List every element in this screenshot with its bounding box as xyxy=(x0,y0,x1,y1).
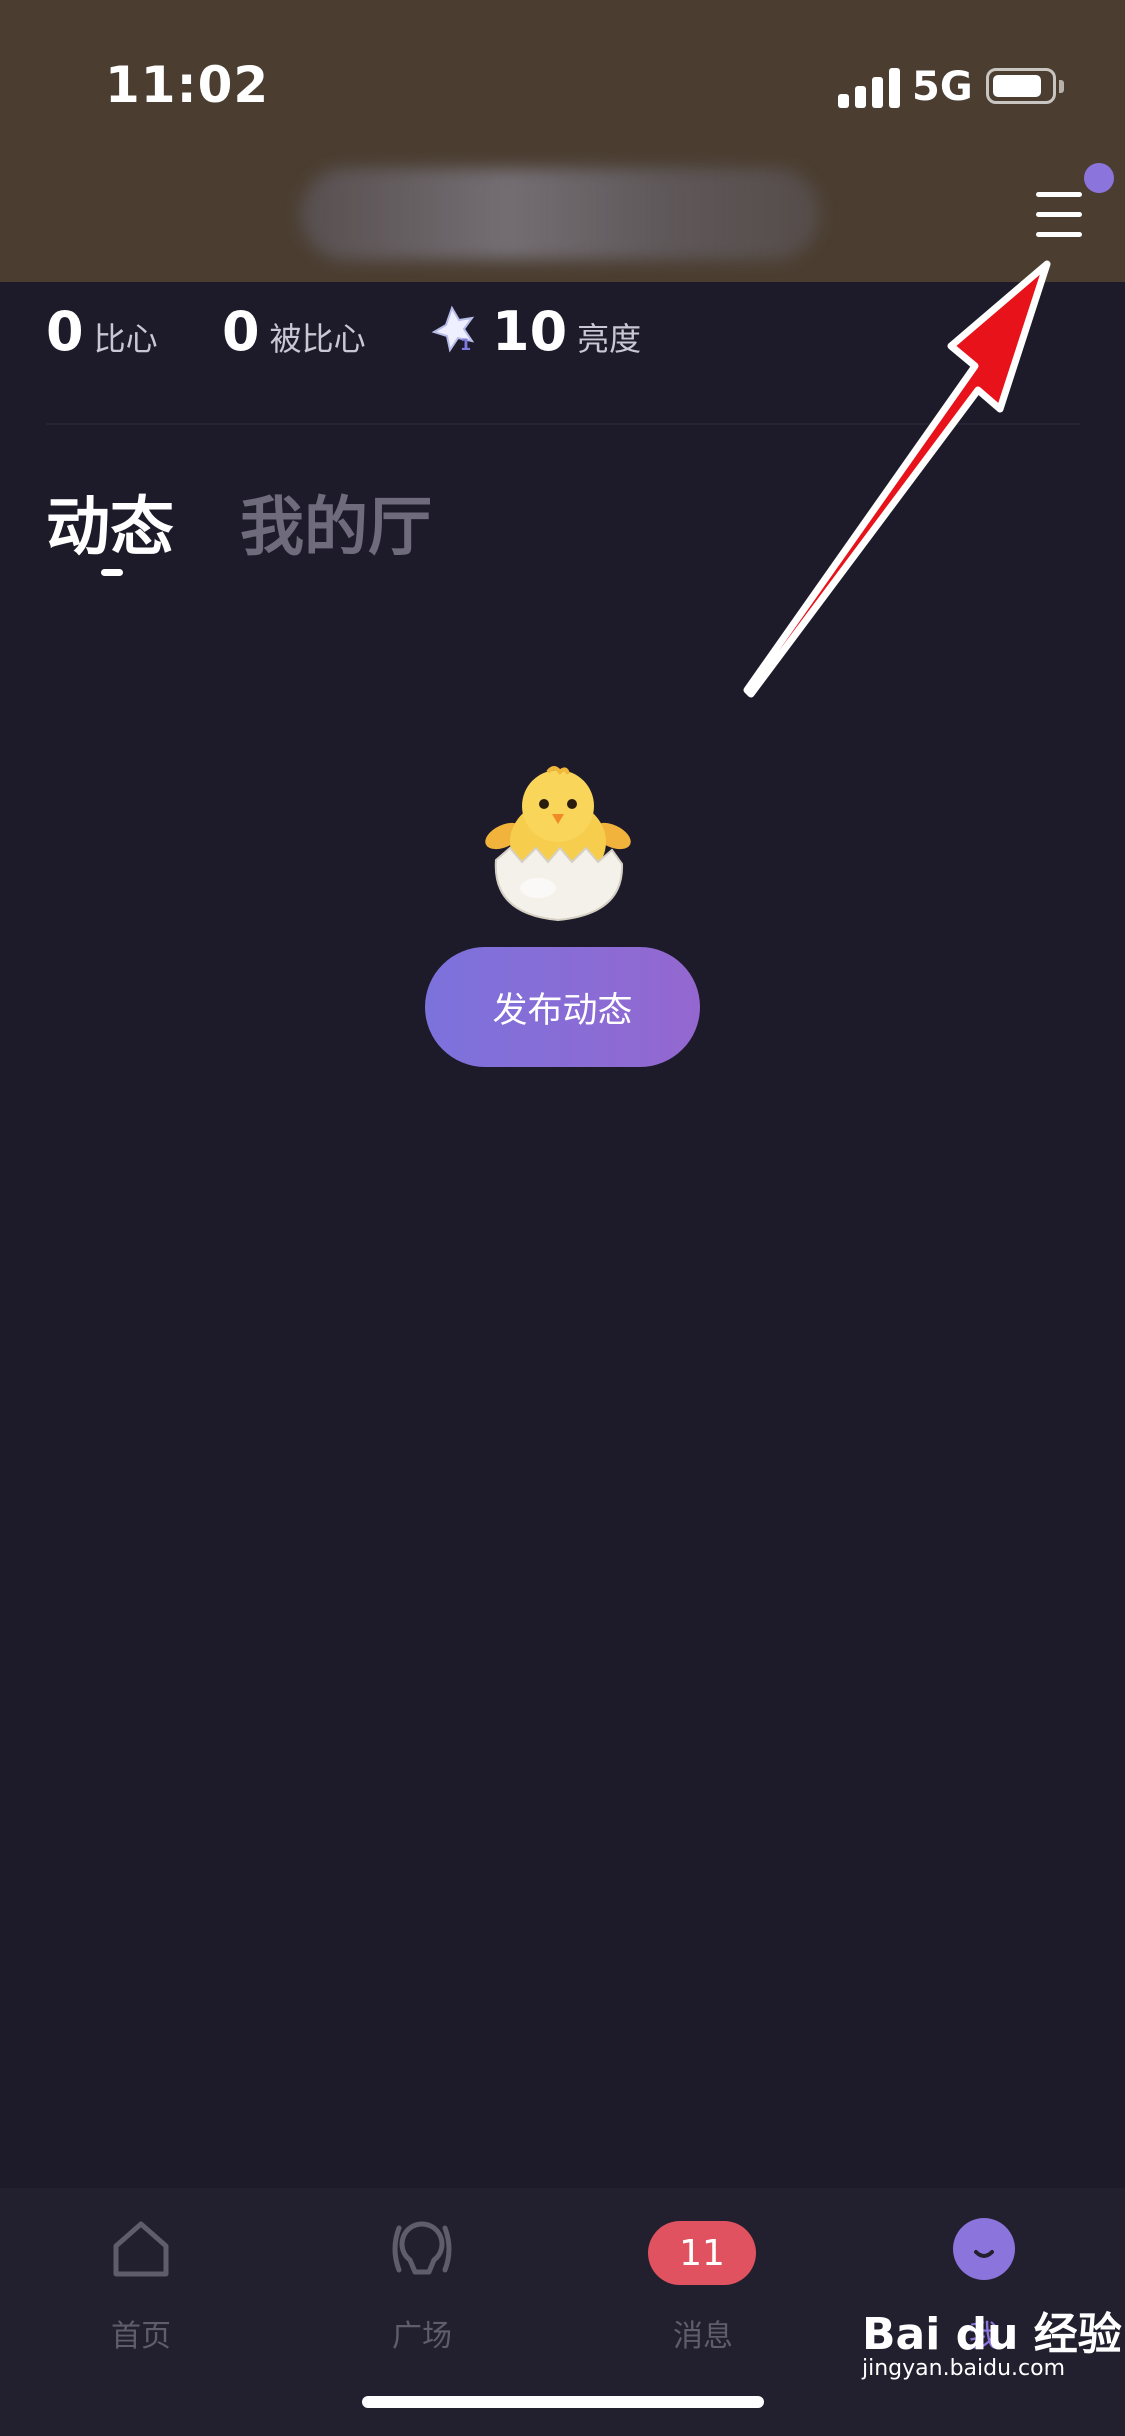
battery-icon xyxy=(986,68,1056,104)
nav-item-home[interactable]: 首页 xyxy=(61,2216,221,2366)
watermark-url: jingyan.baidu.com xyxy=(862,2356,1066,2381)
tab-moments[interactable]: 动态 xyxy=(46,476,174,568)
me-avatar-icon xyxy=(953,2218,1015,2280)
publish-moment-button[interactable]: 发布动态 xyxy=(425,947,700,1067)
star-level-icon: 1 xyxy=(431,305,475,354)
baidu-jingyan-watermark: Bai du 经验 jingyan.baidu.com xyxy=(862,2298,1122,2388)
battery-fill xyxy=(993,75,1041,97)
home-icon xyxy=(113,2221,169,2277)
nav-item-square[interactable]: 广场 xyxy=(342,2216,502,2366)
nav-label-home: 首页 xyxy=(111,2319,171,2354)
stat-brightness-label: 亮度 xyxy=(577,320,642,358)
stat-liked[interactable]: 0 被比心 xyxy=(222,300,366,363)
annotation-arrow-icon xyxy=(743,260,1051,698)
hatching-chick-icon xyxy=(485,766,631,922)
blurred-profile-title xyxy=(300,168,820,260)
nav-label-square: 广场 xyxy=(392,2319,452,2354)
stat-liked-value: 0 xyxy=(222,300,260,363)
stat-brightness-value: 10 xyxy=(492,300,568,363)
watermark-brand: Bai du 经验 xyxy=(862,2309,1122,2360)
status-time: 11:02 xyxy=(105,56,270,114)
home-indicator xyxy=(362,2396,764,2408)
divider xyxy=(46,423,1080,425)
square-icon xyxy=(392,2221,452,2275)
stat-likes-label: 比心 xyxy=(93,320,158,358)
stat-likes[interactable]: 0 比心 xyxy=(46,300,158,363)
nav-item-messages[interactable]: 11 消息 xyxy=(623,2216,783,2366)
hamburger-menu-icon[interactable] xyxy=(1026,184,1098,248)
network-type: 5G xyxy=(912,64,973,110)
nav-label-messages: 消息 xyxy=(673,2319,733,2354)
tab-my-hall[interactable]: 我的厅 xyxy=(240,476,432,568)
stat-brightness[interactable]: 10 亮度 xyxy=(492,300,641,363)
notification-dot xyxy=(1084,163,1114,193)
battery-tip xyxy=(1059,80,1064,93)
tab-indicator xyxy=(101,569,123,576)
svg-text:1: 1 xyxy=(460,335,471,354)
message-badge: 11 xyxy=(648,2221,756,2285)
cellular-signal-icon xyxy=(838,66,900,108)
stat-likes-value: 0 xyxy=(46,300,84,363)
header: 11:02 5G xyxy=(0,0,1125,282)
stat-liked-label: 被比心 xyxy=(269,320,366,358)
